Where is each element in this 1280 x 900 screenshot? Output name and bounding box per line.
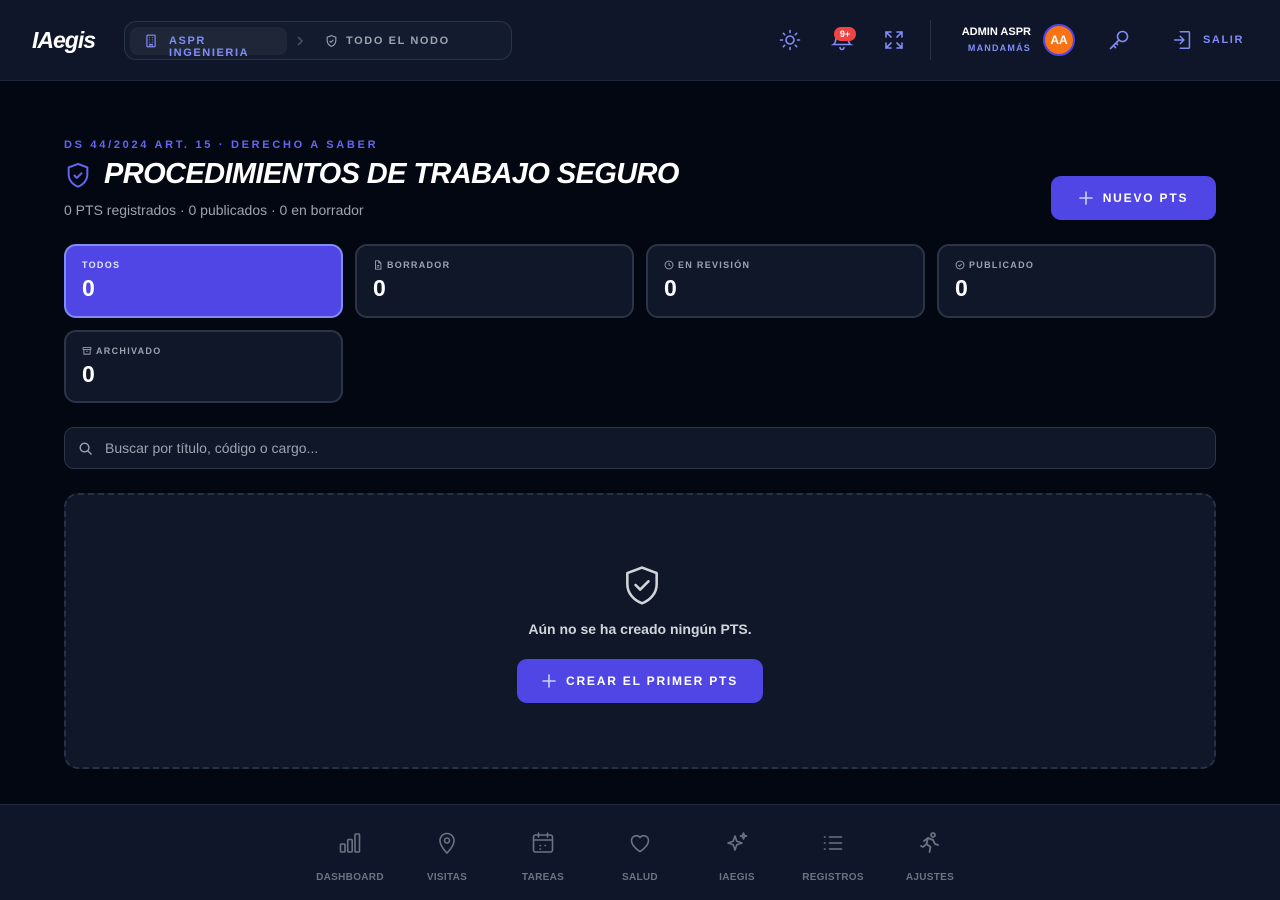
regulation-reference: DS 44/2024 ART. 15 · DERECHO A SABER [64, 139, 379, 151]
stat-label: TODOS [82, 260, 121, 270]
nav-item-label: AJUSTES [905, 872, 955, 883]
list-icon [821, 831, 845, 855]
running-person-icon [918, 831, 942, 855]
bottom-navigation: DASHBOARD VISITAS TAREAS SALUD IAEGIS RE… [0, 804, 1280, 900]
new-pts-button[interactable]: NUEVO PTS [1051, 176, 1216, 220]
nav-item-dashboard[interactable]: DASHBOARD [302, 805, 398, 900]
stat-label: EN REVISIÓN [678, 260, 751, 270]
building-icon [144, 34, 158, 48]
nav-item-visitas[interactable]: VISITAS [399, 805, 495, 900]
stat-label: ARCHIVADO [96, 346, 162, 356]
stat-card-en-revision[interactable]: EN REVISIÓN 0 [646, 244, 925, 318]
theme-toggle-button[interactable] [778, 28, 802, 52]
create-first-pts-button-label: CREAR EL PRIMER PTS [566, 674, 738, 688]
nav-item-tareas[interactable]: TAREAS [495, 805, 591, 900]
bar-chart-icon [338, 831, 362, 855]
empty-state: Aún no se ha creado ningún PTS. CREAR EL… [64, 493, 1216, 769]
header-divider [930, 20, 931, 60]
nav-item-label: REGISTROS [802, 872, 864, 883]
nav-item-iaegis[interactable]: IAEGIS [689, 805, 785, 900]
nav-item-salud[interactable]: SALUD [592, 805, 688, 900]
page-title: PROCEDIMIENTOS DE TRABAJO SEGURO [104, 158, 679, 190]
avatar[interactable]: AA [1043, 24, 1075, 56]
shield-check-icon [64, 161, 92, 189]
nav-item-label: VISITAS [426, 872, 468, 883]
breadcrumb-node-label: TODO EL NODO [346, 35, 450, 47]
nav-item-registros[interactable]: REGISTROS [785, 805, 881, 900]
user-role: MANDAMÁS [967, 43, 1031, 53]
stat-card-borrador[interactable]: BORRADOR 0 [355, 244, 634, 318]
stat-value: 0 [82, 361, 95, 387]
stat-card-archivado[interactable]: ARCHIVADO 0 [64, 330, 343, 403]
stat-card-publicado[interactable]: PUBLICADO 0 [937, 244, 1216, 318]
user-name: ADMIN ASPR [961, 26, 1031, 38]
stat-label: PUBLICADO [969, 260, 1035, 270]
check-circle-icon [955, 260, 965, 270]
change-password-button[interactable] [1107, 28, 1131, 52]
chevron-right-icon [295, 35, 305, 47]
notifications-badge: 9+ [834, 27, 856, 41]
page-summary: 0 PTS registrados · 0 publicados · 0 en … [64, 202, 364, 218]
search-bar [64, 427, 1216, 469]
search-icon [78, 441, 93, 456]
stat-value: 0 [955, 275, 968, 301]
shield-check-icon [620, 563, 664, 607]
new-pts-button-label: NUEVO PTS [1102, 191, 1189, 205]
top-bar: IAegis ASPR INGENIERIA TODO EL NODO 9+ A… [0, 0, 1280, 81]
heart-icon [628, 831, 652, 855]
calendar-icon [531, 831, 555, 855]
map-pin-icon [435, 831, 459, 855]
fullscreen-button[interactable] [882, 28, 906, 52]
stat-value: 0 [373, 275, 386, 301]
sparkles-icon [725, 831, 749, 855]
breadcrumb-organization-label: ASPR INGENIERIA [169, 35, 250, 59]
document-icon [375, 260, 382, 270]
plus-icon [1078, 191, 1093, 205]
create-first-pts-button[interactable]: CREAR EL PRIMER PTS [517, 659, 763, 703]
logout-button[interactable]: SALIR [1203, 34, 1244, 46]
breadcrumb: ASPR INGENIERIA TODO EL NODO [124, 21, 512, 60]
plus-icon [542, 674, 556, 688]
key-icon [1109, 30, 1129, 50]
expand-icon [885, 31, 903, 49]
stat-value: 0 [664, 275, 677, 301]
stat-label: BORRADOR [387, 260, 451, 270]
breadcrumb-organization[interactable]: ASPR INGENIERIA [130, 27, 287, 59]
app-logo[interactable]: IAegis [32, 27, 96, 54]
nav-item-label: SALUD [622, 872, 658, 883]
shield-icon [325, 34, 338, 48]
archive-icon [82, 347, 92, 355]
sun-icon [779, 29, 801, 51]
clock-icon [664, 260, 674, 270]
search-input[interactable] [105, 428, 1205, 468]
nav-item-ajustes[interactable]: AJUSTES [882, 805, 978, 900]
logout-icon[interactable] [1172, 28, 1196, 52]
empty-state-message: Aún no se ha creado ningún PTS. [528, 621, 752, 637]
stat-value: 0 [82, 275, 95, 301]
nav-item-label: IAEGIS [719, 872, 755, 883]
stat-card-todos[interactable]: TODOS 0 [64, 244, 343, 318]
nav-item-label: TAREAS [521, 872, 565, 883]
nav-item-label: DASHBOARD [316, 872, 384, 883]
